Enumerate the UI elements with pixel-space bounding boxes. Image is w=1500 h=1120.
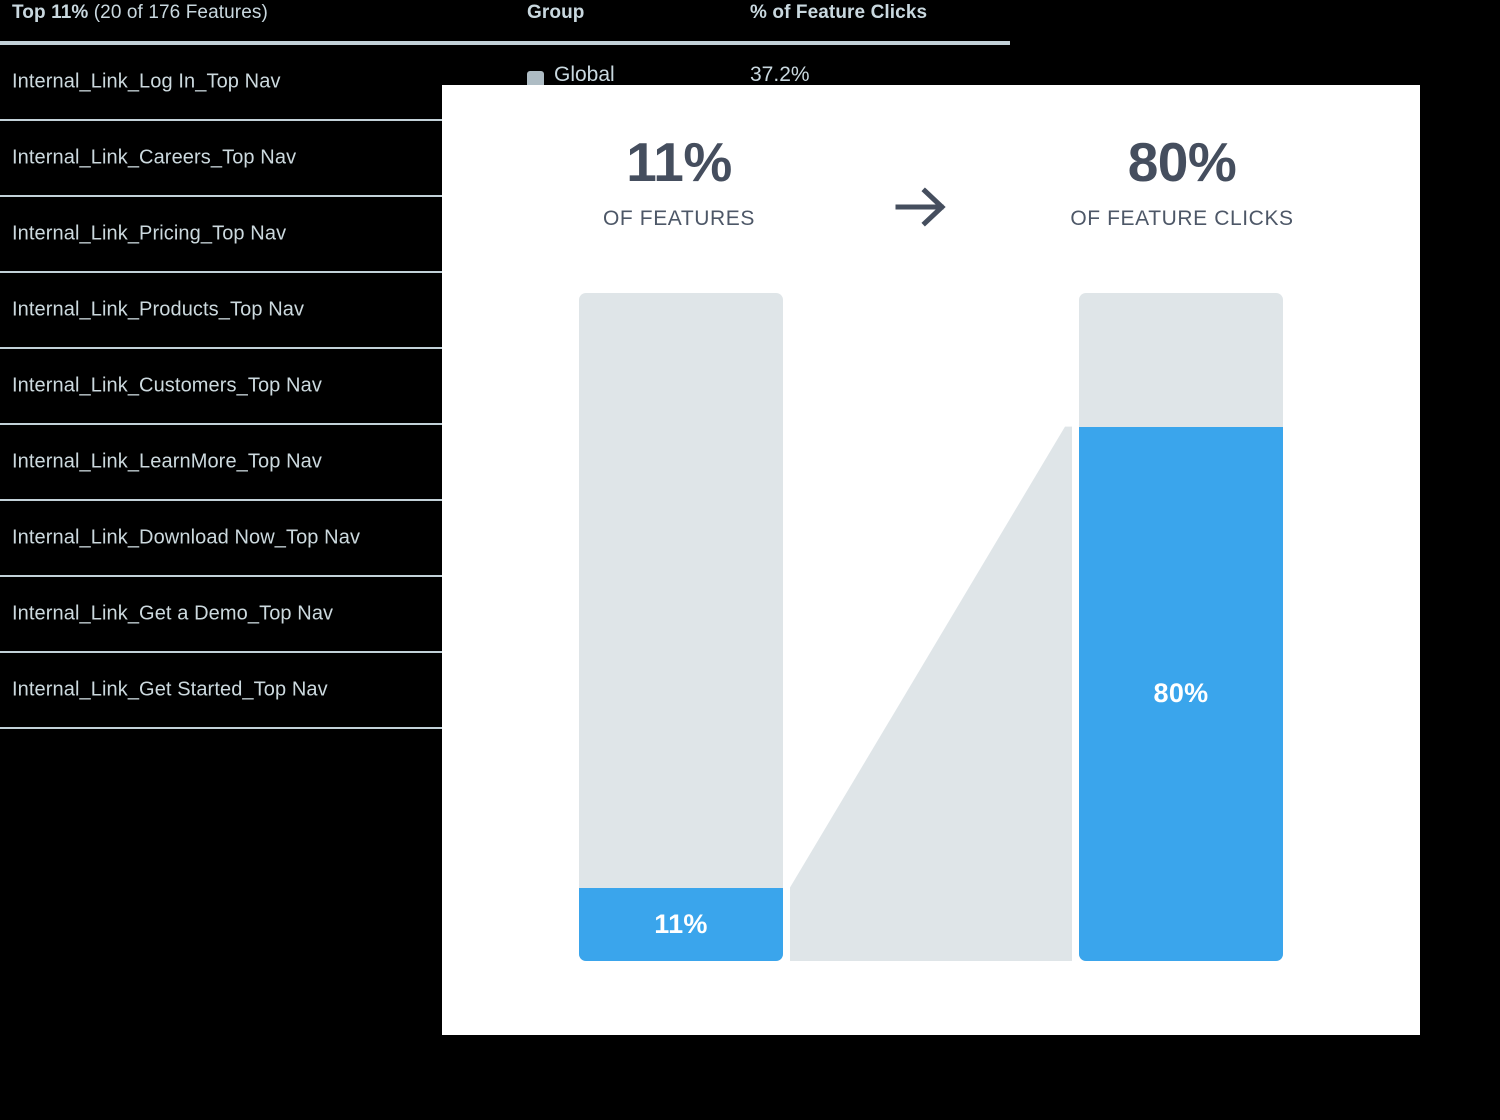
bar-track-features — [579, 293, 783, 961]
bar-feature-clicks: 80% — [1079, 293, 1283, 961]
bar-label-feature-clicks: 80% — [1153, 678, 1209, 709]
bar-fill-features: 11% — [579, 887, 783, 961]
column-header-group: Group — [527, 2, 585, 23]
table-row[interactable]: Internal_Link_Pricing_Top Nav — [0, 197, 442, 273]
bar-features: 11% — [579, 293, 783, 961]
feature-name: Internal_Link_Customers_Top Nav — [12, 374, 322, 397]
stat-of-feature-clicks: 80% OF FEATURE CLICKS — [1042, 135, 1322, 231]
table-row[interactable]: Internal_Link_Download Now_Top Nav — [0, 501, 442, 577]
table-header-row: Top 11% (20 of 176 Features) Group % of … — [0, 0, 1010, 44]
feature-name: Internal_Link_Download Now_Top Nav — [12, 526, 361, 549]
feature-name: Internal_Link_Log In_Top Nav — [12, 70, 281, 93]
stat-of-feature-clicks-caption: OF FEATURE CLICKS — [1070, 207, 1294, 230]
table-row[interactable]: Internal_Link_Log In_Top Nav — [0, 45, 442, 121]
stat-summary: 11% OF FEATURES 80% OF FEATURE CLICKS — [442, 135, 1420, 255]
table-row[interactable]: Internal_Link_Get Started_Top Nav — [0, 653, 442, 729]
table-row[interactable]: Internal_Link_Careers_Top Nav — [0, 121, 442, 197]
feature-name: Internal_Link_Products_Top Nav — [12, 298, 305, 321]
feature-name: Internal_Link_LearnMore_Top Nav — [12, 450, 322, 473]
feature-name: Internal_Link_Get Started_Top Nav — [12, 678, 328, 701]
feature-name: Internal_Link_Careers_Top Nav — [12, 146, 297, 169]
table-row[interactable]: Internal_Link_Get a Demo_Top Nav — [0, 577, 442, 653]
connector-ribbon — [790, 426, 1072, 961]
column-header-clicks: % of Feature Clicks — [750, 2, 928, 23]
column-header-features-bold: Top 11% — [12, 2, 89, 23]
stat-of-features: 11% OF FEATURES — [539, 135, 819, 231]
insight-card: 11% OF FEATURES 80% OF FEATURE CLICKS 11… — [442, 85, 1420, 1035]
bar-fill-feature-clicks: 80% — [1079, 426, 1283, 961]
stat-of-features-value: 11% — [626, 131, 732, 193]
feature-list: Internal_Link_Log In_Top Nav Internal_Li… — [0, 45, 442, 729]
column-header-features: Top 11% (20 of 176 Features) — [12, 2, 268, 24]
bar-label-features: 11% — [654, 908, 708, 939]
proportion-bar-chart: 11% 80% — [579, 293, 1283, 961]
arrow-right-icon — [895, 187, 946, 227]
feature-name: Internal_Link_Get a Demo_Top Nav — [12, 602, 334, 625]
table-row[interactable]: Internal_Link_Products_Top Nav — [0, 273, 442, 349]
stat-of-features-caption: OF FEATURES — [602, 207, 756, 230]
group-name: Global — [554, 63, 615, 86]
table-row[interactable]: Internal_Link_Customers_Top Nav — [0, 349, 442, 425]
group-click-percent: 37.2% — [750, 63, 810, 86]
table-row[interactable]: Internal_Link_LearnMore_Top Nav — [0, 425, 442, 501]
stat-of-feature-clicks-value: 80% — [1127, 131, 1237, 193]
feature-name: Internal_Link_Pricing_Top Nav — [12, 222, 287, 245]
column-header-features-count: (20 of 176 Features) — [88, 2, 268, 23]
